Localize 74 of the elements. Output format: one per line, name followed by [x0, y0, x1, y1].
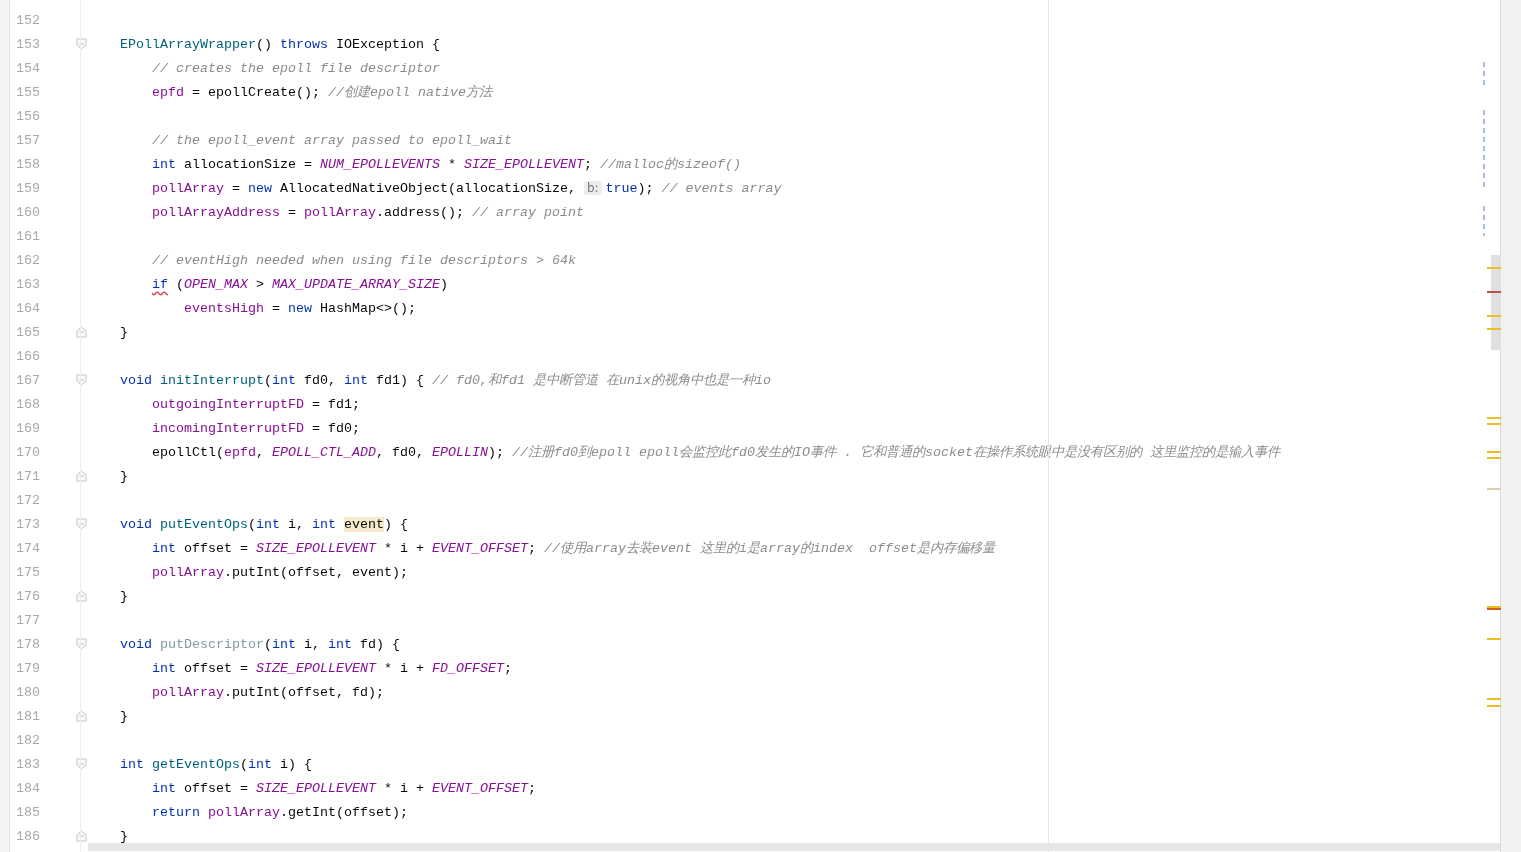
fold-marker-icon[interactable] — [76, 470, 87, 482]
line-number: 184 — [16, 780, 40, 796]
line-number: 177 — [16, 612, 40, 628]
line-number: 168 — [16, 396, 40, 412]
fold-marker-icon[interactable] — [76, 758, 87, 770]
fold-marker-icon[interactable] — [76, 38, 87, 50]
line-number: 179 — [16, 660, 40, 676]
code-line: pollArray.putInt(offset, fd); — [152, 684, 384, 700]
code-line: int getEventOps(int i) { — [120, 756, 312, 772]
line-number: 152 — [16, 12, 40, 28]
line-number: 157 — [16, 132, 40, 148]
line-number: 167 — [16, 372, 40, 388]
fold-marker-icon[interactable] — [76, 830, 87, 842]
line-number: 166 — [16, 348, 40, 364]
line-number: 158 — [16, 156, 40, 172]
line-number: 165 — [16, 324, 40, 340]
line-number: 174 — [16, 540, 40, 556]
line-number: 176 — [16, 588, 40, 604]
fold-marker-icon[interactable] — [76, 326, 87, 338]
code-line: eventsHigh = new HashMap<>(); — [184, 300, 416, 316]
line-number: 181 — [16, 708, 40, 724]
code-line: pollArray.putInt(offset, event); — [152, 564, 408, 580]
line-number: 173 — [16, 516, 40, 532]
line-number: 153 — [16, 36, 40, 52]
code-line: // creates the epoll file descriptor — [152, 60, 440, 76]
line-number: 161 — [16, 228, 40, 244]
fold-marker-icon[interactable] — [76, 518, 87, 530]
code-line: // the epoll_event array passed to epoll_wait — [152, 132, 512, 148]
line-number: 160 — [16, 204, 40, 220]
line-number: 155 — [16, 84, 40, 100]
code-line: epfd = epollCreate(); //创建epoll native方法 — [152, 84, 492, 101]
vertical-scrollbar[interactable] — [1500, 0, 1521, 852]
line-number: 156 — [16, 108, 40, 124]
line-number: 185 — [16, 804, 40, 820]
line-number: 170 — [16, 444, 40, 460]
code-line: } — [120, 588, 128, 604]
line-number: 180 — [16, 684, 40, 700]
fold-marker-icon[interactable] — [76, 638, 87, 650]
code-line: incomingInterruptFD = fd0; — [152, 420, 360, 436]
line-number: 159 — [16, 180, 40, 196]
line-number: 178 — [16, 636, 40, 652]
code-line: return pollArray.getInt(offset); — [152, 804, 408, 820]
code-line: int offset = SIZE_EPOLLEVENT * i + EVENT_OFFSET; //使用array去装event 这里的i是array的index offset是内存偏移量 — [152, 540, 995, 557]
fold-marker-icon[interactable] — [76, 710, 87, 722]
line-number: 175 — [16, 564, 40, 580]
code-line: } — [120, 708, 128, 724]
line-number: 182 — [16, 732, 40, 748]
code-line: pollArrayAddress = pollArray.address(); // array point — [152, 204, 584, 220]
code-line: } — [120, 828, 128, 844]
line-number: 164 — [16, 300, 40, 316]
line-number: 163 — [16, 276, 40, 292]
line-number: 162 — [16, 252, 40, 268]
line-number: 171 — [16, 468, 40, 484]
line-number: 169 — [16, 420, 40, 436]
line-number: 172 — [16, 492, 40, 508]
code-line: int offset = SIZE_EPOLLEVENT * i + FD_OFFSET; — [152, 660, 512, 676]
line-number: 186 — [16, 828, 40, 844]
code-line: void putDescriptor(int i, int fd) { — [120, 636, 400, 652]
code-line: if (OPEN_MAX > MAX_UPDATE_ARRAY_SIZE) — [152, 276, 448, 292]
code-line: void initInterrupt(int fd0, int fd1) { // fd0,和fd1 是中断管道 在unix的视角中也是一种io — [120, 372, 771, 389]
line-number: 154 — [16, 60, 40, 76]
code-line: // eventHigh needed when using file descriptors > 64k — [152, 252, 576, 268]
code-line: EPollArrayWrapper() throws IOException { — [120, 36, 440, 52]
code-line: void putEventOps(int i, int event) { — [120, 516, 408, 532]
code-line: outgoingInterruptFD = fd1; — [152, 396, 360, 412]
code-line: int offset = SIZE_EPOLLEVENT * i + EVENT_OFFSET; — [152, 780, 536, 796]
fold-marker-icon[interactable] — [76, 590, 87, 602]
code-line: } — [120, 324, 128, 340]
fold-marker-icon[interactable] — [76, 374, 87, 386]
code-line: int allocationSize = NUM_EPOLLEVENTS * SIZE_EPOLLEVENT; //malloc的sizeof() — [152, 156, 741, 173]
code-line: } — [120, 468, 128, 484]
line-number: 183 — [16, 756, 40, 772]
code-line: pollArray = new AllocatedNativeObject(allocationSize, b: true); // events array — [152, 180, 782, 196]
horizontal-scrollbar[interactable] — [88, 843, 1500, 851]
